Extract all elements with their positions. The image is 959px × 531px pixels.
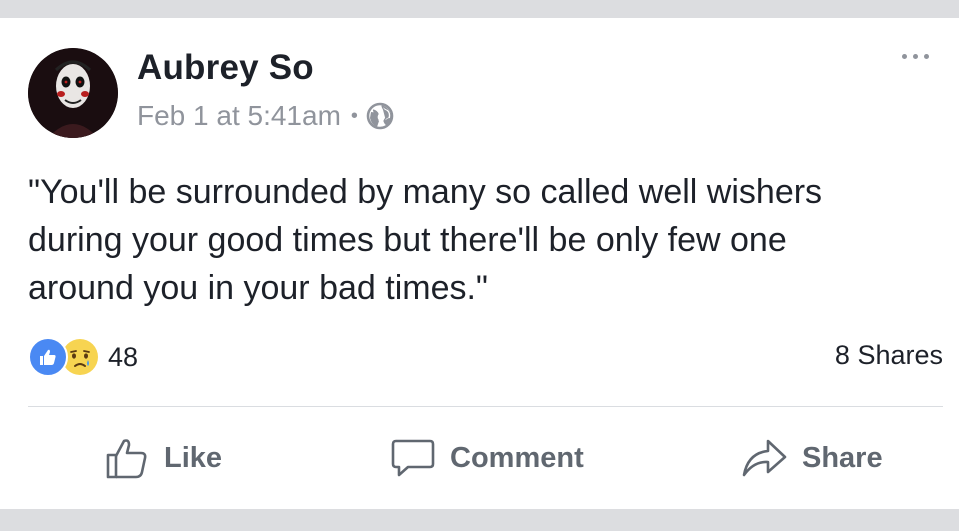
- share-button[interactable]: Share: [740, 430, 883, 486]
- divider: [28, 406, 943, 407]
- share-label: Share: [802, 441, 883, 474]
- like-reaction-icon: [28, 337, 68, 377]
- globe-icon[interactable]: [366, 102, 394, 130]
- post-card: Aubrey So Feb 1 at 5:41am • "You'll be s…: [0, 18, 959, 509]
- meta-separator: •: [350, 104, 358, 127]
- share-count-link[interactable]: 8 Shares: [835, 340, 943, 371]
- like-label: Like: [164, 441, 223, 474]
- post-meta: Feb 1 at 5:41am •: [137, 98, 394, 134]
- comment-button[interactable]: Comment: [390, 430, 584, 486]
- avatar-mask-icon: [28, 48, 118, 138]
- post-timestamp[interactable]: Feb 1 at 5:41am: [137, 100, 341, 132]
- more-dot-icon: [924, 54, 929, 59]
- avatar[interactable]: [28, 48, 118, 138]
- more-dot-icon: [902, 54, 907, 59]
- comment-bubble-icon: [391, 439, 435, 477]
- post-text-line: during your good times but there'll be o…: [28, 221, 787, 259]
- thumbs-up-icon: [106, 439, 147, 479]
- comment-label: Comment: [450, 441, 584, 474]
- author-name[interactable]: Aubrey So: [137, 48, 314, 88]
- reactions-summary[interactable]: 48: [28, 337, 139, 377]
- like-button[interactable]: Like: [104, 430, 222, 486]
- share-arrow-icon: [742, 439, 787, 477]
- post-text-line: around you in your bad times.": [28, 269, 488, 307]
- more-dot-icon: [913, 54, 918, 59]
- more-options-button[interactable]: [902, 54, 929, 59]
- post-text-line: "You'll be surrounded by many so called …: [28, 173, 823, 211]
- action-bar: Like Comment Share: [0, 430, 959, 486]
- post-text: "You'll be surrounded by many so called …: [28, 168, 928, 312]
- reaction-count: 48: [108, 341, 139, 372]
